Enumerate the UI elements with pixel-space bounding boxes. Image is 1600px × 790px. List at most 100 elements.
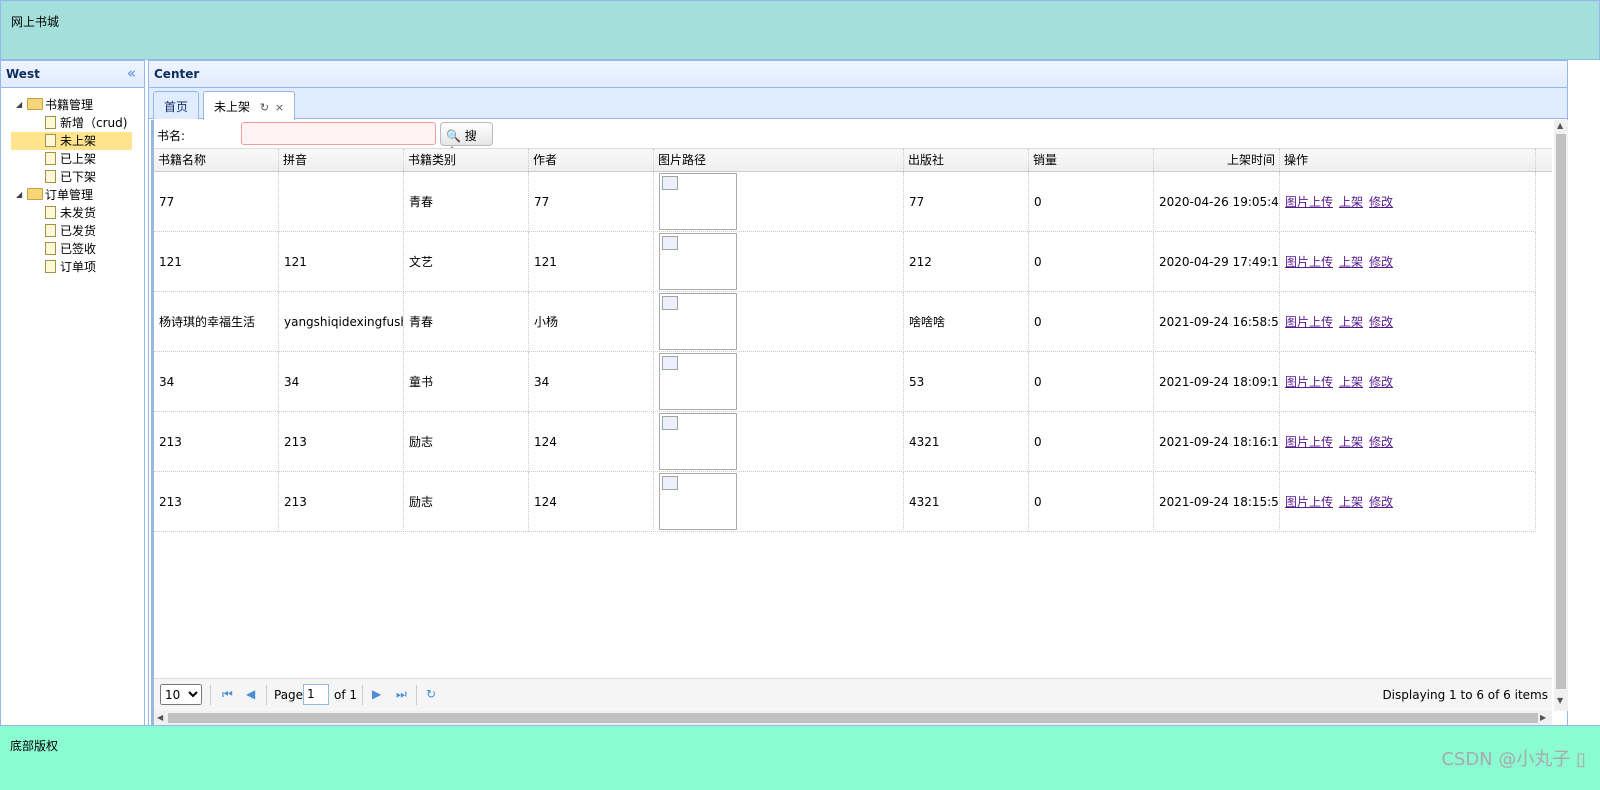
- tree-item[interactable]: 订单项: [11, 258, 144, 276]
- column-header[interactable]: 操作: [1280, 149, 1536, 173]
- file-icon: [45, 206, 56, 219]
- first-page-icon[interactable]: ⏮: [222, 687, 233, 702]
- column-header[interactable]: 出版社: [904, 149, 1029, 173]
- action-link[interactable]: 图片上传: [1285, 255, 1333, 269]
- tab-unlisted[interactable]: 未上架 ↻ ×: [203, 91, 296, 120]
- action-link[interactable]: 修改: [1369, 435, 1393, 449]
- table-row[interactable]: 77 青春 77 77 0 2020-04-26 19:05:48 图片上传 上架 修改: [154, 172, 1536, 232]
- column-header[interactable]: 图片路径: [654, 149, 904, 173]
- scroll-thumb[interactable]: [168, 713, 1538, 723]
- page-count: of 1: [334, 688, 358, 702]
- table-row[interactable]: 34 34 童书 34 53 0 2021-09-24 18:09:17 图片上传 上架 修改: [154, 352, 1536, 412]
- tree-item-label: 已下架: [60, 170, 97, 184]
- cell-actions: 图片上传 上架 修改: [1280, 172, 1536, 232]
- divider: [266, 685, 267, 705]
- file-icon: [45, 116, 56, 129]
- tree-item-label: 新增（crud): [60, 116, 128, 130]
- file-icon: [45, 224, 56, 237]
- tree-item[interactable]: 已下架: [11, 168, 144, 186]
- action-link[interactable]: 修改: [1369, 315, 1393, 329]
- tab-home[interactable]: 首页: [153, 91, 200, 119]
- action-link[interactable]: 上架: [1339, 315, 1363, 329]
- reload-icon[interactable]: ↻: [426, 687, 436, 701]
- tree-group-0[interactable]: ◢ 书籍管理: [1, 96, 144, 114]
- action-link[interactable]: 图片上传: [1285, 435, 1333, 449]
- action-link[interactable]: 图片上传: [1285, 495, 1333, 509]
- book-image: [659, 233, 737, 290]
- search-toolbar: 书名: 🔍 搜索: [154, 120, 1552, 160]
- book-name-input[interactable]: [241, 122, 436, 145]
- tree-item[interactable]: 新增（crud): [11, 114, 144, 132]
- expand-icon[interactable]: ◢: [16, 96, 22, 114]
- page-size-select[interactable]: 10: [160, 684, 202, 705]
- north-region: 网上书城: [0, 0, 1600, 60]
- action-link[interactable]: 图片上传: [1285, 315, 1333, 329]
- horizontal-scrollbar[interactable]: ◀ ▶: [154, 711, 1552, 725]
- cell-book-name: 77: [154, 172, 279, 232]
- scroll-thumb[interactable]: [1556, 134, 1566, 689]
- tree-group-label: 书籍管理: [45, 98, 94, 112]
- action-link[interactable]: 修改: [1369, 255, 1393, 269]
- tree-item[interactable]: 已发货: [11, 222, 144, 240]
- search-button[interactable]: 🔍 搜索: [440, 122, 493, 160]
- search-label: 书名:: [157, 129, 186, 143]
- table-row[interactable]: 213 213 励志 124 4321 0 2021-09-24 18:16:15 图片上传上…: [154, 412, 1536, 472]
- cell-pinyin: [279, 172, 404, 232]
- close-tab-icon[interactable]: ×: [275, 101, 284, 114]
- table-row[interactable]: 121 121 文艺 121 212 0 2020-04-29 17:49:18 图片上传 上架…: [154, 232, 1536, 292]
- column-header[interactable]: 拼音: [279, 149, 404, 173]
- cell-image-path: [654, 172, 904, 232]
- cell-author: 121: [529, 232, 654, 292]
- file-icon: [45, 134, 56, 147]
- prev-page-icon[interactable]: ◀: [246, 687, 255, 701]
- file-icon: [45, 152, 56, 165]
- expand-icon[interactable]: ◢: [16, 186, 22, 204]
- action-link[interactable]: 修改: [1369, 375, 1393, 389]
- action-link[interactable]: 图片上传: [1285, 195, 1333, 209]
- cell-actions: 图片上传 上架 修改: [1280, 472, 1536, 532]
- tree-item[interactable]: 未发货: [11, 204, 144, 222]
- scroll-left-icon[interactable]: ◀: [157, 713, 163, 722]
- column-header[interactable]: 书籍类别: [404, 149, 529, 173]
- vertical-scrollbar[interactable]: ▲ ▼: [1554, 120, 1568, 711]
- action-link[interactable]: 上架: [1339, 495, 1363, 509]
- page-number-input[interactable]: 1: [303, 684, 329, 705]
- table-row[interactable]: 213 213 励志 124 4321 0 2021-09-24 18:15:51 图片上传上…: [154, 472, 1536, 532]
- cell-book-name: 杨诗琪的幸福生活: [154, 292, 279, 352]
- scroll-up-icon[interactable]: ▲: [1557, 121, 1563, 130]
- cell-image-path: [654, 352, 904, 412]
- column-header[interactable]: 书籍名称: [154, 149, 279, 173]
- action-link[interactable]: 上架: [1339, 195, 1363, 209]
- action-link[interactable]: 修改: [1369, 195, 1393, 209]
- cell-actions: 图片上传 上架 修改: [1280, 292, 1536, 352]
- action-link[interactable]: 修改: [1369, 495, 1393, 509]
- tree-item[interactable]: 未上架: [11, 132, 132, 150]
- column-header[interactable]: 销量: [1029, 149, 1154, 173]
- file-icon: [45, 242, 56, 255]
- cell-book-name: 213: [154, 472, 279, 532]
- grid-header: 书籍名称 拼音 书籍类别 作者 图片路径 出版社 销量 上架时间 操作: [154, 148, 1552, 173]
- action-link[interactable]: 图片上传: [1285, 375, 1333, 389]
- tree-group-1[interactable]: ◢ 订单管理: [1, 186, 144, 204]
- tree-item[interactable]: 已签收: [11, 240, 144, 258]
- scroll-right-icon[interactable]: ▶: [1540, 713, 1546, 722]
- cell-author: 77: [529, 172, 654, 232]
- table-row[interactable]: 杨诗琪的幸福生活 yangshiqidexingfushe 青春 小杨 啥啥啥 0 2021…: [154, 292, 1536, 352]
- column-header[interactable]: 作者: [529, 149, 654, 173]
- action-link[interactable]: 上架: [1339, 435, 1363, 449]
- tree-item[interactable]: 已上架: [11, 150, 144, 168]
- last-page-icon[interactable]: ⏭: [396, 687, 407, 702]
- scroll-down-icon[interactable]: ▼: [1557, 696, 1563, 705]
- refresh-tab-icon[interactable]: ↻: [260, 101, 269, 114]
- action-link[interactable]: 上架: [1339, 375, 1363, 389]
- cell-publisher: 53: [904, 352, 1029, 412]
- cell-category: 励志: [404, 412, 529, 472]
- next-page-icon[interactable]: ▶: [372, 687, 381, 701]
- action-link[interactable]: 上架: [1339, 255, 1363, 269]
- column-header[interactable]: 上架时间: [1154, 149, 1280, 173]
- collapse-icon[interactable]: «: [127, 64, 136, 82]
- cell-listing-time: 2021-09-24 18:16:15: [1154, 412, 1280, 472]
- cell-pinyin: 34: [279, 352, 404, 412]
- tab-unlisted-label: 未上架: [214, 100, 251, 114]
- file-icon: [45, 170, 56, 183]
